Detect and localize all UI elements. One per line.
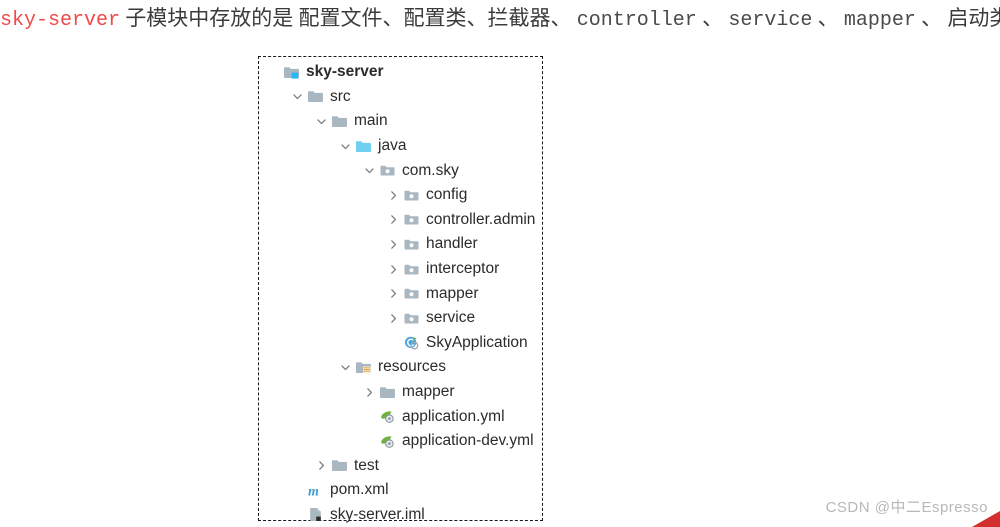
package-icon [403, 211, 420, 228]
tree-node-label: config [426, 186, 468, 204]
tree-node-label: sky-server [306, 63, 384, 81]
module-folder-icon [283, 64, 300, 81]
package-icon [379, 162, 396, 179]
tree-row-java[interactable]: java [259, 134, 542, 159]
tree-row-resources[interactable]: resources [259, 355, 542, 380]
tree-row-pom-xml[interactable]: m pom.xml [259, 478, 542, 503]
tree-row-sky-server[interactable]: sky-server [259, 60, 542, 85]
tree-node-label: src [330, 87, 351, 105]
tree-row-interceptor[interactable]: interceptor [259, 257, 542, 282]
caption-text-part-3: 启动类等 [947, 6, 1000, 30]
tree-node-label: controller.admin [426, 210, 536, 228]
chevron-right-icon[interactable] [387, 213, 400, 226]
caption-separator-2: 、 [817, 6, 839, 30]
caption-module-name: sky-server [0, 9, 121, 32]
tree-row-handler[interactable]: handler [259, 232, 542, 257]
resources-folder-icon [355, 359, 372, 376]
chevron-right-icon[interactable] [387, 287, 400, 300]
tree-node-label: main [354, 112, 388, 130]
tree-node-label: resources [378, 358, 447, 376]
maven-icon: m [307, 482, 324, 499]
caption-separator-3: 、 [921, 6, 943, 30]
chevron-down-icon[interactable] [315, 115, 328, 128]
chevron-right-icon[interactable] [315, 459, 328, 472]
tree-node-label: pom.xml [330, 481, 389, 499]
tree-row-mapper[interactable]: mapper [259, 281, 542, 306]
chevron-right-icon[interactable] [387, 189, 400, 202]
chevron-down-icon[interactable] [363, 164, 376, 177]
package-icon [403, 236, 420, 253]
project-tree-panel: sky-server src main java com.sky config contro… [258, 56, 543, 523]
chevron-right-icon[interactable] [363, 386, 376, 399]
package-icon [403, 187, 420, 204]
tree-row-controller-admin[interactable]: controller.admin [259, 208, 542, 233]
caption-text-part-1: 子模块中存放的是 [125, 6, 294, 30]
tree-row-application-yml[interactable]: application.yml [259, 404, 542, 429]
tree-node-label: application.yml [402, 407, 505, 425]
folder-icon [331, 113, 348, 130]
tree-row-config[interactable]: config [259, 183, 542, 208]
caption-text-part-2: 配置文件、配置类、拦截器、 [298, 6, 572, 30]
tree-row-com-sky[interactable]: com.sky [259, 158, 542, 183]
chevron-down-icon[interactable] [291, 90, 304, 103]
tree-node-label: com.sky [402, 161, 459, 179]
tree-node-label: handler [426, 235, 478, 253]
tree-node-label: java [378, 137, 407, 155]
tree-row-main[interactable]: main [259, 109, 542, 134]
tree-row-sky-server-iml[interactable]: sky-server.iml [259, 503, 542, 527]
caption-service: service [728, 9, 813, 32]
corner-triangle-decoration [972, 511, 1000, 527]
spring-boot-class-icon [403, 334, 420, 351]
tree-node-label: application-dev.yml [402, 432, 534, 450]
tree-node-label: mapper [402, 383, 455, 401]
tree-row-skyapplication[interactable]: SkyApplication [259, 331, 542, 356]
tree-row-test[interactable]: test [259, 454, 542, 479]
tree-row-service[interactable]: service [259, 306, 542, 331]
tree-node-label: sky-server.iml [330, 505, 425, 523]
package-icon [403, 310, 420, 327]
folder-icon [331, 457, 348, 474]
iml-file-icon [307, 506, 324, 523]
chevron-down-icon[interactable] [339, 361, 352, 374]
tree-node-label: test [354, 456, 379, 474]
csdn-watermark: CSDN @中二Espresso [825, 499, 988, 516]
project-tree: sky-server src main java com.sky config contro… [259, 57, 542, 527]
spring-yaml-icon [379, 433, 396, 450]
chevron-down-icon[interactable] [339, 140, 352, 153]
spring-yaml-icon [379, 408, 396, 425]
chevron-right-icon[interactable] [387, 312, 400, 325]
chevron-right-icon[interactable] [387, 263, 400, 276]
tree-node-label: service [426, 309, 476, 327]
caption-controller: controller [576, 9, 697, 32]
svg-text:m: m [308, 484, 319, 499]
package-icon [403, 285, 420, 302]
tree-node-label: mapper [426, 284, 479, 302]
folder-icon [307, 88, 324, 105]
tree-row-mapper[interactable]: mapper [259, 380, 542, 405]
tree-node-label: SkyApplication [426, 333, 528, 351]
tree-row-application-dev-yml[interactable]: application-dev.yml [259, 429, 542, 454]
folder-icon [379, 384, 396, 401]
tree-row-src[interactable]: src [259, 85, 542, 110]
chevron-right-icon[interactable] [387, 238, 400, 251]
package-icon [403, 261, 420, 278]
page-caption: sky-server 子模块中存放的是 配置文件、配置类、拦截器、 contro… [0, 4, 1000, 32]
caption-mapper: mapper [843, 9, 916, 32]
tree-node-label: interceptor [426, 260, 500, 278]
source-root-folder-icon [355, 138, 372, 155]
caption-separator-1: 、 [702, 6, 724, 30]
